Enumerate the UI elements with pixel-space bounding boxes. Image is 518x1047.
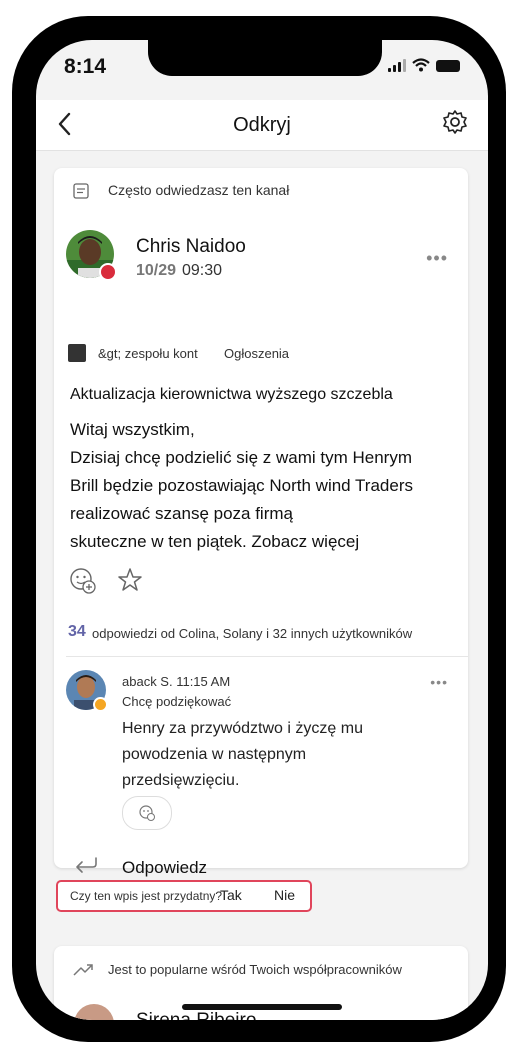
post-author[interactable]: Chris Naidoo (136, 236, 246, 258)
gear-icon[interactable] (442, 109, 468, 135)
presence-away-badge (93, 697, 108, 712)
post-context-label: Jest to popularne wśród Twoich współprac… (108, 962, 402, 977)
status-time: 8:14 (64, 55, 107, 78)
channel-name[interactable]: Ogłoszenia (224, 346, 289, 361)
feedback-question: Czy ten wpis jest przydatny? (70, 889, 223, 903)
avatar[interactable] (74, 1004, 114, 1020)
feedback-no-button[interactable]: Nie (274, 887, 295, 903)
post-body-line: realizować szansę poza firmą (70, 504, 293, 523)
star-icon[interactable] (116, 566, 144, 594)
see-more-link[interactable]: skuteczne w ten piątek. Zobacz więcej (70, 532, 359, 552)
reply-button[interactable]: Odpowiedz (122, 858, 207, 878)
home-indicator (182, 1004, 342, 1010)
reply-add-reaction-button[interactable] (122, 796, 172, 830)
phone-notch (148, 40, 382, 76)
replies-count[interactable]: 34 (68, 623, 86, 641)
wifi-icon (412, 58, 430, 72)
avatar[interactable] (66, 230, 117, 281)
channel-icon (73, 183, 89, 199)
page-title: Odkryj (233, 114, 291, 136)
app-screen: 8:14 Odkryj Często odwiedzasz ten kanał (36, 40, 488, 1020)
post-date: 10/29 (136, 262, 177, 279)
post-author[interactable]: Sirena Ribeiro (136, 1010, 256, 1020)
post-subject: Aktualizacja kierownictwa wyższego szcze… (70, 386, 393, 403)
post-body-line: Brill będzie pozostawiając North wind Tr… (70, 476, 413, 495)
replies-summary[interactable]: odpowiedzi od Colina, Solany i 32 innych… (92, 626, 412, 641)
reply-avatar[interactable] (66, 670, 108, 712)
status-icons (388, 58, 460, 72)
reply-text-line: przedsięwzięciu. (122, 772, 240, 789)
reply-text-line: powodzenia w następnym (122, 746, 307, 763)
battery-icon (436, 60, 460, 72)
reply-author-time: aback S. 11:15 AM (122, 674, 231, 689)
post-card: Często odwiedzasz ten kanał Chris Naidoo… (54, 168, 468, 877)
add-reaction-icon[interactable] (68, 566, 98, 596)
header: Odkryj (36, 100, 488, 151)
team-name[interactable]: &gt; zespołu kont (98, 346, 198, 361)
divider (66, 656, 468, 657)
reply-more-options-icon[interactable]: ••• (430, 674, 448, 690)
post-time: 09:30 (182, 262, 223, 279)
presence-busy-badge (99, 263, 117, 281)
reply-text-line: Henry za przywództwo i życzę mu (122, 720, 363, 737)
feedback-yes-button[interactable]: Tak (220, 887, 242, 903)
add-reaction-icon (139, 805, 155, 821)
reply-text-line: Chcę podziękować (122, 694, 232, 709)
feedback-box: Czy ten wpis jest przydatny? Tak Nie (56, 880, 312, 912)
signal-icon (388, 59, 406, 72)
reply-arrow-icon[interactable] (72, 854, 100, 876)
team-icon (68, 344, 86, 362)
trending-icon (73, 964, 93, 976)
post-body-line: Witaj wszystkim, (70, 420, 195, 439)
more-options-icon[interactable]: ••• (426, 248, 448, 269)
post-context-label: Często odwiedzasz ten kanał (108, 182, 290, 198)
post-body-line: Dzisiaj chcę podzielić się z wami tym He… (70, 448, 412, 467)
